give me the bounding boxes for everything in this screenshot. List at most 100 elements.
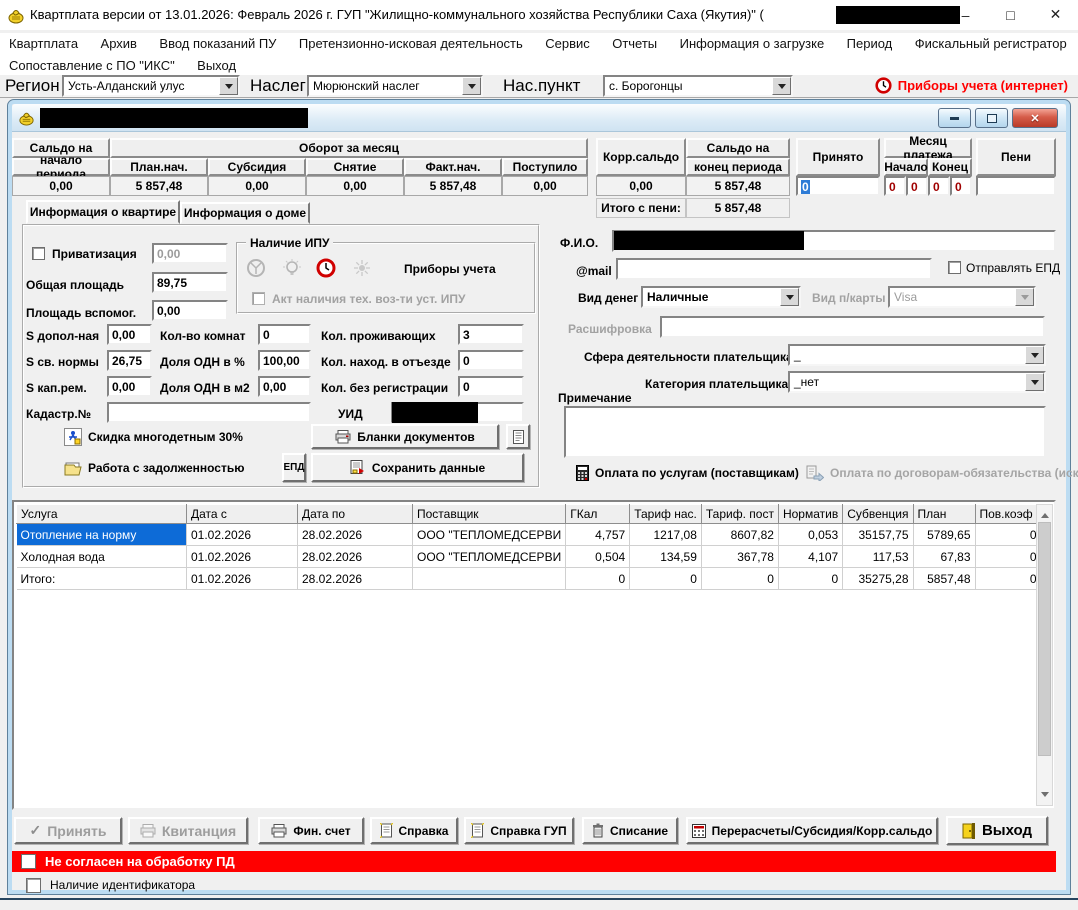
col-header[interactable]: Пов.коэф (975, 505, 1041, 524)
menu-reports[interactable]: Отчеты (603, 33, 666, 55)
cell-subvention[interactable]: 35157,75 (843, 524, 913, 546)
discount-button[interactable]: Скидка многодетным 30% (64, 428, 243, 446)
tab-apartment[interactable]: Информация о квартире (26, 200, 180, 224)
col-header[interactable]: Тариф нас. (630, 505, 702, 524)
menu-period[interactable]: Период (838, 33, 902, 55)
chevron-down-icon[interactable] (1025, 373, 1044, 391)
table-scrollbar[interactable] (1036, 504, 1053, 806)
save-button[interactable]: Сохранить данные (311, 453, 524, 482)
month-end-1-input[interactable]: 0 (928, 176, 950, 196)
cell-tariff-nas[interactable]: 134,59 (630, 546, 702, 568)
account-window-titlebar[interactable]: ✕ (12, 104, 1066, 132)
col-header[interactable]: Субвенция (843, 505, 913, 524)
month-end-2-input[interactable]: 0 (950, 176, 972, 196)
col-header[interactable]: ГКал (566, 505, 630, 524)
cell-service[interactable]: Холодная вода (17, 546, 187, 568)
menu-service[interactable]: Сервис (536, 33, 599, 55)
aux-area-input[interactable]: 0,00 (152, 300, 228, 321)
scrollbar-thumb[interactable] (1038, 522, 1051, 756)
col-header[interactable]: Поставщик (413, 505, 566, 524)
peni-input[interactable] (976, 176, 1056, 196)
total-area-input[interactable]: 89,75 (152, 272, 228, 293)
residents-input[interactable]: 3 (458, 324, 524, 345)
menu-exit[interactable]: Выход (188, 55, 245, 77)
document-mini-button[interactable] (506, 424, 530, 449)
sphere-select[interactable]: _ (788, 344, 1046, 366)
cell-provider[interactable]: ООО "ТЕПЛОМЕДСЕРВИ (413, 524, 566, 546)
col-header[interactable]: Услуга (17, 505, 187, 524)
epd-button[interactable]: ЕПД (282, 453, 306, 482)
category-select[interactable]: _нет (788, 371, 1046, 393)
mdi-minimize-button[interactable] (938, 108, 971, 128)
tab-house[interactable]: Информация о доме (180, 202, 310, 224)
money-type-select[interactable]: Наличные (641, 286, 801, 308)
cell-koef[interactable]: 0 (975, 546, 1041, 568)
menu-kvartplata[interactable]: Квартплата (0, 33, 87, 55)
table-row[interactable]: Отопление на норму 01.02.2026 28.02.2026… (17, 524, 1042, 546)
mdi-close-button[interactable]: ✕ (1012, 108, 1058, 128)
chevron-down-icon[interactable] (219, 77, 238, 95)
odn-m2-input[interactable]: 0,00 (258, 376, 311, 397)
cell-norm[interactable]: 4,107 (778, 546, 842, 568)
cell-plan[interactable]: 5789,65 (913, 524, 975, 546)
chevron-down-icon[interactable] (772, 77, 791, 95)
cell-subvention[interactable]: 117,53 (843, 546, 913, 568)
month-start-2-input[interactable]: 0 (906, 176, 928, 196)
col-header[interactable]: Тариф. пост (701, 505, 778, 524)
accepted-input[interactable]: 0 (796, 176, 880, 196)
cell-date-to[interactable]: 28.02.2026 (298, 546, 413, 568)
col-header[interactable]: План (913, 505, 975, 524)
cell-date-from[interactable]: 01.02.2026 (187, 524, 298, 546)
scroll-down-button[interactable] (1037, 789, 1052, 805)
privatization-checkbox[interactable] (32, 247, 45, 260)
month-start-1-input[interactable]: 0 (884, 176, 906, 196)
unreg-input[interactable]: 0 (458, 376, 524, 397)
cell-provider[interactable]: ООО "ТЕПЛОМЕДСЕРВИ (413, 546, 566, 568)
menu-meter-readings[interactable]: Ввод показаний ПУ (150, 33, 285, 55)
mail-input[interactable] (616, 258, 932, 280)
minimize-button[interactable]: – (943, 0, 988, 29)
scroll-up-button[interactable] (1037, 505, 1052, 521)
mdi-restore-button[interactable] (975, 108, 1008, 128)
cell-koef[interactable]: 0 (975, 524, 1041, 546)
region-select[interactable]: Усть-Алданский улус (62, 75, 240, 97)
chevron-down-icon[interactable] (1025, 346, 1044, 364)
cell-service[interactable]: Отопление на норму (17, 524, 187, 546)
cell-date-from[interactable]: 01.02.2026 (187, 546, 298, 568)
recalc-button[interactable]: Перерасчеты/Субсидия/Корр.сальдо (686, 817, 938, 844)
col-header[interactable]: Норматив (778, 505, 842, 524)
cell-tariff-post[interactable]: 8607,82 (701, 524, 778, 546)
cell-gkal[interactable]: 4,757 (566, 524, 630, 546)
col-header[interactable]: Дата с (187, 505, 298, 524)
s-cap-input[interactable]: 0,00 (107, 376, 152, 397)
col-header[interactable]: Дата по (298, 505, 413, 524)
away-input[interactable]: 0 (458, 350, 524, 371)
identifier-checkbox[interactable] (26, 878, 41, 893)
maximize-button[interactable]: □ (988, 0, 1033, 29)
s-norm-input[interactable]: 26,75 (107, 350, 152, 371)
menu-load-info[interactable]: Информация о загрузке (671, 33, 834, 55)
odn-pct-input[interactable]: 100,00 (258, 350, 311, 371)
menu-iks-mapping[interactable]: Сопоставление с ПО "ИКС" (0, 55, 184, 77)
certificate-button[interactable]: Справка (370, 817, 458, 844)
blanks-button[interactable]: Бланки документов (311, 424, 499, 449)
note-textarea[interactable] (564, 406, 1046, 458)
rooms-input[interactable]: 0 (258, 324, 311, 345)
table-row[interactable]: Холодная вода 01.02.2026 28.02.2026 ООО … (17, 546, 1042, 568)
exit-button[interactable]: Выход (946, 816, 1048, 845)
meters-internet-link[interactable]: Приборы учета (интернет) (875, 77, 1068, 94)
menu-claims[interactable]: Претензионно-исковая деятельность (290, 33, 532, 55)
naslag-select[interactable]: Мюрюнский наслег (307, 75, 483, 97)
cell-norm[interactable]: 0,053 (778, 524, 842, 546)
debt-button[interactable]: Работа с задолженностью (64, 460, 244, 476)
pay-services-button[interactable]: Оплата по услугам (поставщикам) (576, 465, 799, 481)
cell-tariff-post[interactable]: 367,78 (701, 546, 778, 568)
chevron-down-icon[interactable] (780, 288, 799, 306)
chevron-down-icon[interactable] (462, 77, 481, 95)
cell-date-to[interactable]: 28.02.2026 (298, 524, 413, 546)
certificate-gup-button[interactable]: Справка ГУП (464, 817, 574, 844)
cell-plan[interactable]: 67,83 (913, 546, 975, 568)
cell-tariff-nas[interactable]: 1217,08 (630, 524, 702, 546)
send-epd-checkbox[interactable] (948, 261, 961, 274)
close-button[interactable]: ✕ (1033, 0, 1078, 29)
